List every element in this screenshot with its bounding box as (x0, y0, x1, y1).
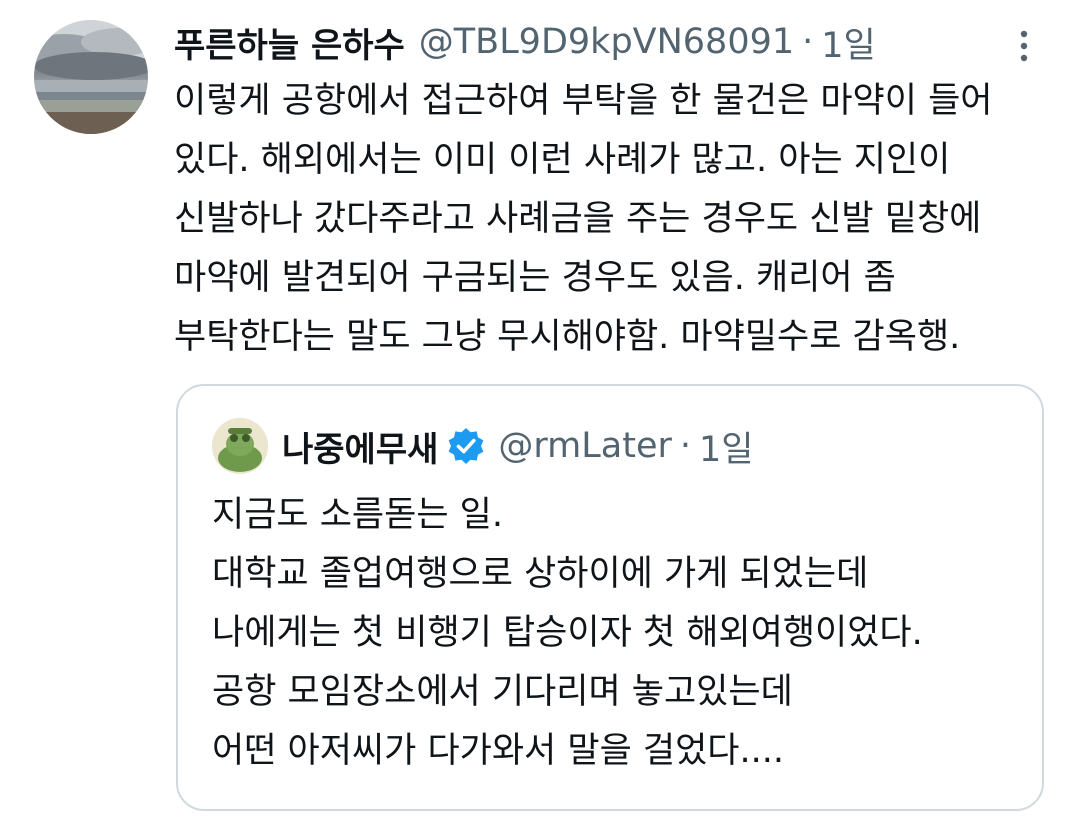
quoted-tweet-text: 지금도 소름돋는 일. 대학교 졸업여행으로 상하이에 가게 되었는데 나에게는… (212, 486, 1012, 781)
tweet-text-line: 신발하나 갔다주라고 사례금을 주는 경우도 신발 밑창에 (174, 199, 982, 239)
tweet-text-line: 부탁한다는 말도 그냥 무시해야함. 마약밀수로 감옥행. (174, 317, 961, 357)
quoted-text-line: 지금도 소름돋는 일. (212, 495, 503, 535)
landscape-photo-avatar (34, 20, 148, 134)
tweet-text: 이렇게 공항에서 접근하여 부탁을 한 물건은 마약이 들어 있다. 해외에서는… (174, 72, 1034, 367)
quoted-text-line: 공항 모임장소에서 기다리며 놓고있는데 (212, 672, 793, 712)
frog-character-avatar (212, 418, 268, 474)
quoted-tweet-header: 나중에무새 @rmLater · 1일 (212, 416, 753, 476)
tweet-text-line: 마약에 발견되어 구금되는 경우도 있음. 캐리어 좀 (174, 258, 896, 298)
timestamp[interactable]: 1일 (821, 17, 875, 68)
quoted-timestamp[interactable]: 1일 (699, 421, 753, 472)
quoted-text-line: 어떤 아저씨가 다가와서 말을 걸었다.... (212, 731, 785, 771)
more-options-button[interactable] (1012, 26, 1036, 66)
tweet-header: 푸른하늘 은하수 @TBL9D9kpVN68091 · 1일 (174, 14, 876, 70)
user-avatar[interactable] (34, 20, 148, 134)
user-handle[interactable]: @TBL9D9kpVN68091 (419, 22, 794, 62)
quoted-user-handle[interactable]: @rmLater (498, 426, 671, 466)
quoted-tweet-card[interactable]: 나중에무새 @rmLater · 1일 지금도 소름돋는 일. 대학교 졸업여행… (176, 384, 1044, 811)
quoted-text-line: 나에게는 첫 비행기 탑승이자 첫 해외여행이었다. (212, 613, 923, 653)
more-vertical-icon (1020, 30, 1028, 62)
tweet-text-line: 이렇게 공항에서 접근하여 부탁을 한 물건은 마약이 들어 (174, 81, 993, 121)
separator-dot: · (802, 22, 814, 62)
quoted-text-line: 대학교 졸업여행으로 상하이에 가게 되었는데 (212, 554, 869, 594)
quoted-user-avatar[interactable] (212, 418, 268, 474)
verified-badge-icon (449, 428, 484, 464)
quoted-display-name[interactable]: 나중에무새 (282, 422, 438, 471)
tweet-text-line: 있다. 해외에서는 이미 이런 사례가 많고. 아는 지인이 (174, 140, 951, 180)
display-name[interactable]: 푸른하늘 은하수 (174, 18, 405, 67)
separator-dot: · (679, 426, 692, 466)
